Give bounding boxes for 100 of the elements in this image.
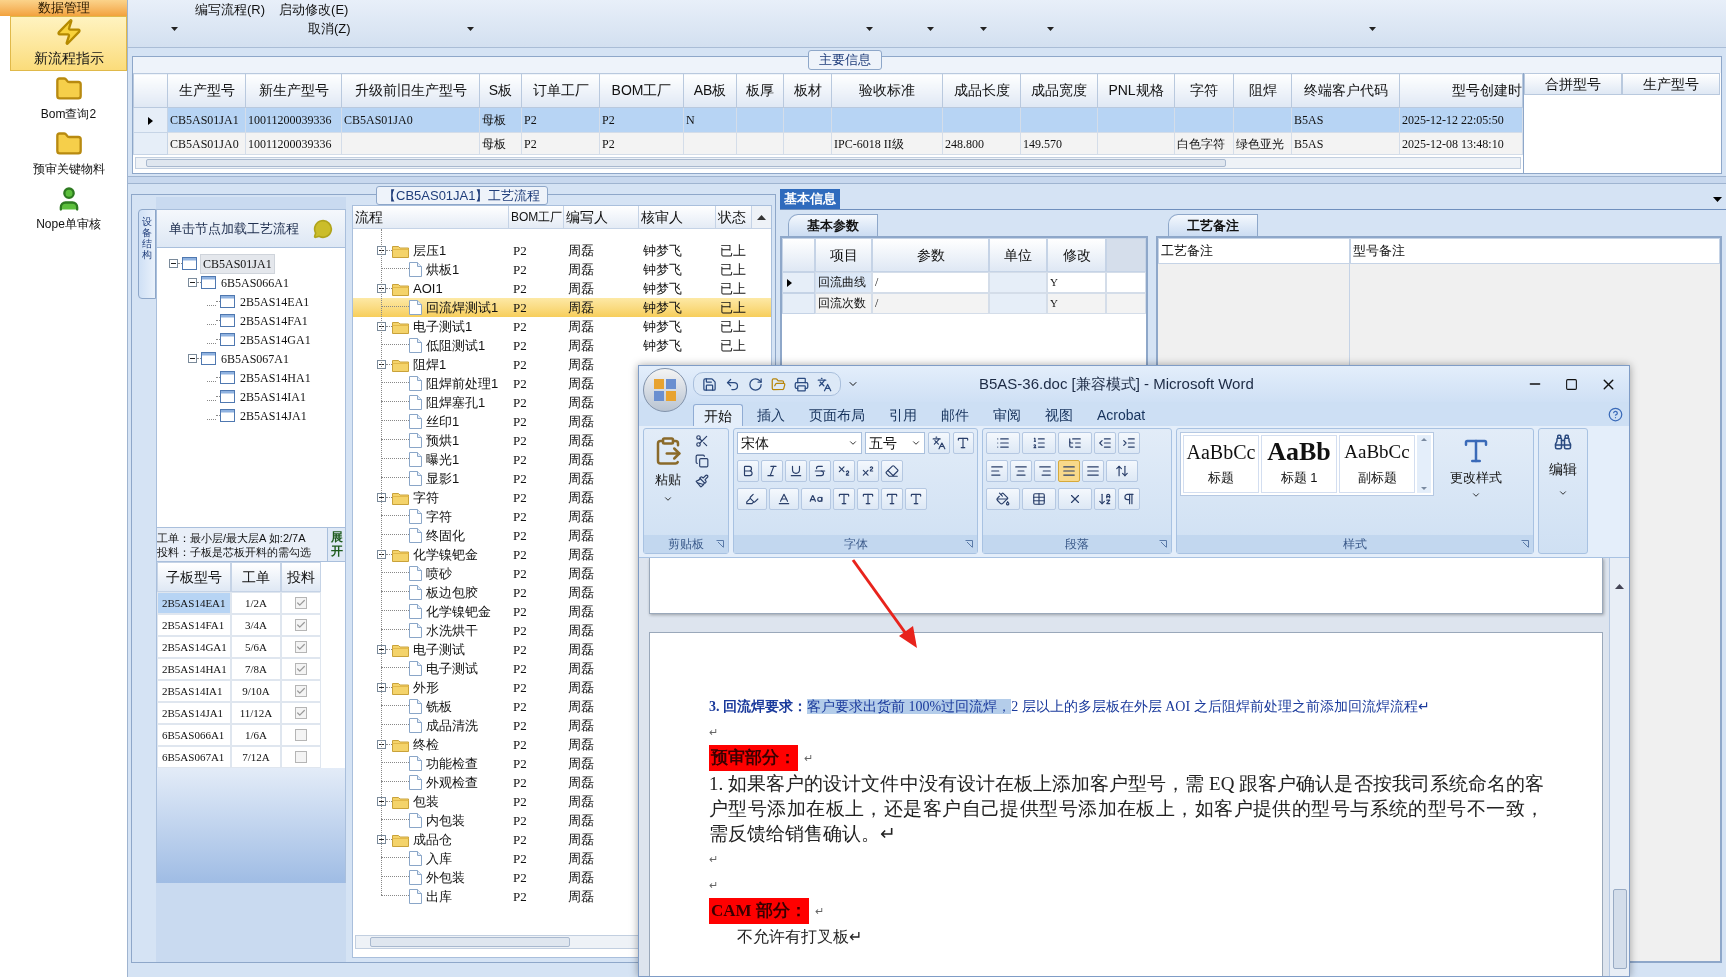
horizontal-scrollbar[interactable] xyxy=(135,157,1521,169)
collapse-icon[interactable] xyxy=(377,360,386,369)
tree-node[interactable]: 2B5AS14FA1 xyxy=(238,311,310,330)
strikethrough-button[interactable] xyxy=(809,460,831,482)
tree-node[interactable]: 2B5AS14GA1 xyxy=(238,330,313,349)
change-styles-button[interactable]: 更改样式 xyxy=(1440,432,1512,528)
table-cell[interactable]: 2B5AS14HA1 xyxy=(157,658,231,680)
collapse-icon[interactable] xyxy=(169,259,178,268)
ribbon-tab[interactable]: 审阅 xyxy=(983,404,1031,426)
bold-button[interactable] xyxy=(737,460,759,482)
dropdown-arrow-icon[interactable] xyxy=(466,27,474,31)
ribbon-tab[interactable]: 开始 xyxy=(693,404,743,426)
office-button[interactable] xyxy=(643,368,687,412)
ribbon-tab[interactable]: 视图 xyxy=(1035,404,1083,426)
help-icon[interactable] xyxy=(1608,407,1623,422)
sidebar-item[interactable]: Nope单审核 xyxy=(10,181,127,236)
collapse-icon[interactable] xyxy=(377,797,386,806)
edit-button[interactable]: 编辑 xyxy=(1549,433,1577,498)
save-icon[interactable] xyxy=(702,376,717,392)
sidebar-item[interactable]: 预审关键物料 xyxy=(10,126,127,181)
vertical-scrollbar[interactable] xyxy=(752,206,771,229)
menu-item[interactable]: 启动修改(E) xyxy=(279,0,349,20)
column-header[interactable]: 子板型号 xyxy=(157,562,231,592)
table-row[interactable]: 回流次数 / Y xyxy=(782,293,1146,314)
dropdown-arrow-icon[interactable] xyxy=(1368,27,1376,31)
numbering-button[interactable] xyxy=(1022,432,1056,454)
process-row[interactable]: 回流焊测试1 P2 周磊 钟梦飞 已上 xyxy=(353,298,771,317)
printer-icon[interactable] xyxy=(794,376,809,392)
align-center-button[interactable] xyxy=(1010,460,1032,482)
ribbon-tab[interactable]: 页面布局 xyxy=(799,404,875,426)
translate-icon[interactable] xyxy=(817,376,832,392)
column-header[interactable]: 投料 xyxy=(281,562,321,592)
dropdown-arrow-icon[interactable] xyxy=(926,27,934,31)
table-row[interactable]: CB5AS01JA0 10011200039336 母板 P2 P2 IPC-6018 II级 248.800 149.570 白色字符 绿色亚光 B5AS 2025-12-08 13:48:10 xyxy=(133,132,1523,155)
shading-button[interactable] xyxy=(833,488,855,510)
checkbox[interactable] xyxy=(295,597,307,609)
superscript-button[interactable] xyxy=(857,460,879,482)
table-cell[interactable]: 2B5AS14GA1 xyxy=(157,636,231,658)
collapse-icon[interactable] xyxy=(377,835,386,844)
increase-indent-button[interactable] xyxy=(1118,432,1140,454)
column-header[interactable]: PNL规格 xyxy=(1097,73,1175,108)
column-header[interactable]: 板材 xyxy=(783,73,832,108)
tree-node[interactable]: 6B5AS066A1 xyxy=(219,273,291,292)
border-button[interactable] xyxy=(952,432,974,454)
column-header[interactable]: 状态 xyxy=(716,206,752,229)
ribbon-tab[interactable]: Acrobat xyxy=(1087,404,1156,426)
bullets-button[interactable] xyxy=(986,432,1020,454)
dropdown-arrow-icon[interactable] xyxy=(1046,27,1054,31)
column-header[interactable]: 流程 xyxy=(353,206,509,229)
font-color-button[interactable] xyxy=(769,488,799,510)
borders-button[interactable] xyxy=(1022,488,1056,510)
collapse-icon[interactable] xyxy=(377,246,386,255)
table-cell[interactable]: 2B5AS14EA1 xyxy=(157,592,231,614)
table-cell[interactable]: 6B5AS067A1 xyxy=(157,746,231,768)
table-row[interactable]: 回流曲线 / Y xyxy=(782,272,1146,293)
column-header[interactable]: AB板 xyxy=(683,73,737,108)
column-header[interactable]: 字符 xyxy=(1174,73,1234,108)
collapse-icon[interactable] xyxy=(377,740,386,749)
show-marks-button[interactable] xyxy=(1118,488,1140,510)
shrink-font-button[interactable] xyxy=(905,488,927,510)
checkbox[interactable] xyxy=(295,751,307,763)
highlight-button[interactable] xyxy=(737,488,767,510)
table-cell[interactable]: 2B5AS14JA1 xyxy=(157,702,231,724)
checkbox[interactable] xyxy=(295,707,307,719)
line-spacing-button[interactable] xyxy=(1106,460,1138,482)
font-size-field[interactable]: 五号 xyxy=(864,432,926,454)
sort-button[interactable] xyxy=(1094,488,1116,510)
checkbox[interactable] xyxy=(295,663,307,675)
scroll-up-icon[interactable] xyxy=(757,214,766,220)
italic-button[interactable] xyxy=(761,460,783,482)
tab[interactable]: 工艺备注 xyxy=(1168,214,1258,236)
align-left-button[interactable] xyxy=(986,460,1008,482)
sidebar-item[interactable]: Bom查询2 xyxy=(10,71,127,126)
sidebar-item[interactable]: 新流程指示 xyxy=(10,16,127,71)
column-header[interactable]: BOM工厂 xyxy=(509,206,564,229)
multilevel-button[interactable] xyxy=(1058,432,1092,454)
column-header[interactable]: 合拼型号 xyxy=(1524,73,1622,95)
column-header[interactable]: 板厚 xyxy=(736,73,784,108)
dialog-launcher-icon[interactable] xyxy=(1159,540,1167,548)
tab[interactable]: 基本参数 xyxy=(788,214,878,236)
column-header[interactable]: 生产型号 xyxy=(167,73,246,108)
column-header[interactable]: 成品长度 xyxy=(942,73,1021,108)
column-header[interactable]: 参数 xyxy=(872,238,989,272)
tree-node[interactable]: 2B5AS14JA1 xyxy=(238,406,309,425)
style-preset[interactable]: AaBbCc 标题 xyxy=(1183,435,1259,493)
justify-button[interactable] xyxy=(1058,460,1080,482)
sidebar-header[interactable]: 数据管理 xyxy=(0,0,127,16)
column-header[interactable]: 编写人 xyxy=(564,206,639,229)
paste-button[interactable]: 粘贴 xyxy=(647,432,689,528)
table-cell[interactable]: 2B5AS14IA1 xyxy=(157,680,231,702)
column-header[interactable]: 成品宽度 xyxy=(1020,73,1098,108)
column-header[interactable]: 项目 xyxy=(815,238,872,272)
collapse-icon[interactable] xyxy=(377,683,386,692)
collapse-icon[interactable] xyxy=(377,645,386,654)
maximize-icon[interactable] xyxy=(1565,377,1578,391)
menu-item[interactable]: 编写流程(R) xyxy=(195,0,266,20)
vertical-tab[interactable]: 设备结构 xyxy=(138,209,156,299)
ribbon-tab[interactable]: 插入 xyxy=(747,404,795,426)
phonetic-button[interactable] xyxy=(928,432,950,454)
collapse-icon[interactable] xyxy=(377,493,386,502)
